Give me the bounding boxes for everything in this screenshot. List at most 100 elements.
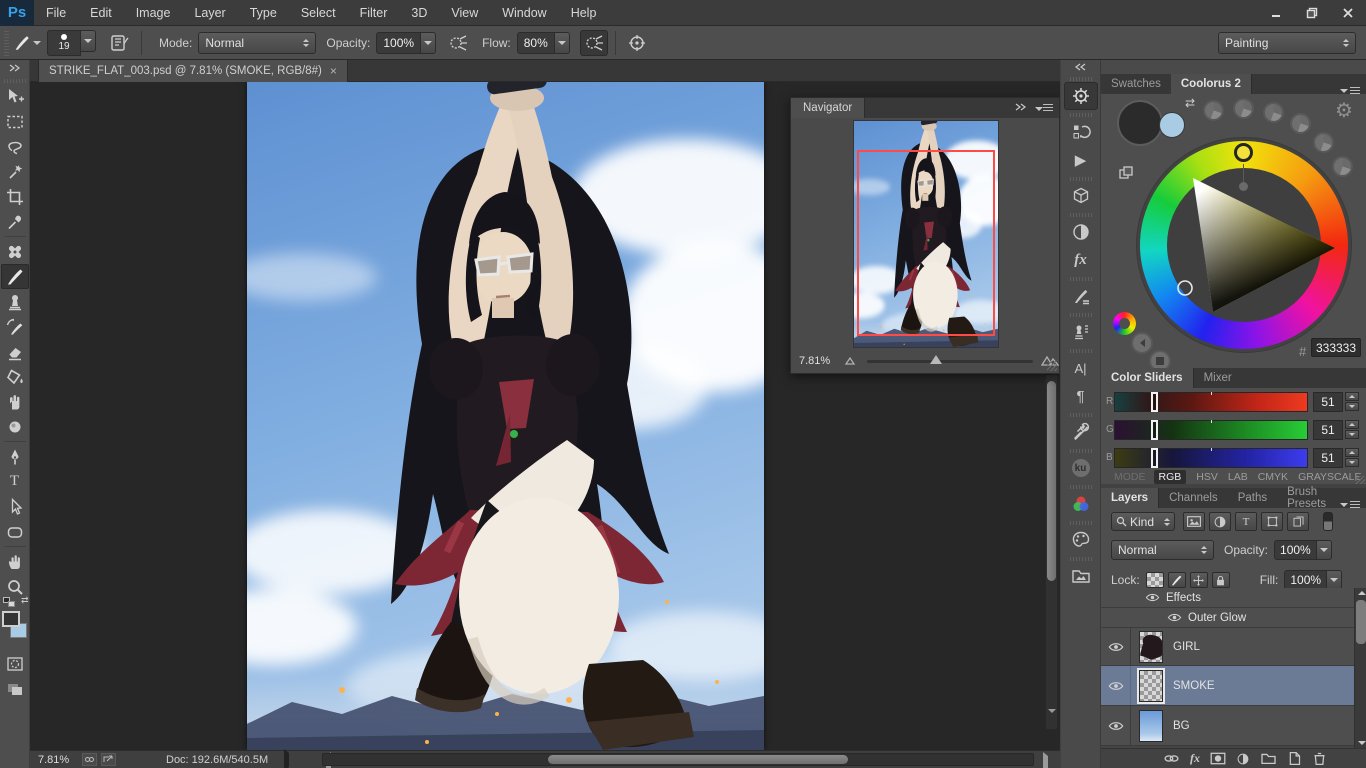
mode-lab[interactable]: LAB (1228, 471, 1248, 483)
tab-channels[interactable]: Channels (1159, 488, 1228, 508)
layer-row-girl[interactable]: GIRL (1101, 628, 1366, 666)
effects-visibility-eye-icon[interactable] (1145, 593, 1160, 602)
zoom-out-mountain-icon[interactable] (845, 354, 859, 368)
tablet-opacity-button[interactable] (444, 30, 472, 56)
mode-cmyk[interactable]: CMYK (1258, 471, 1288, 483)
blend-mode-dropdown[interactable]: Normal (198, 32, 316, 54)
blue-value-field[interactable]: 51 (1313, 448, 1343, 468)
harmony-preset-4[interactable] (1290, 113, 1311, 134)
navigator-thumbnail[interactable] (853, 120, 999, 348)
dodge-tool[interactable] (1, 414, 29, 439)
marquee-tool[interactable] (1, 109, 29, 134)
quick-selection-tool[interactable] (1, 159, 29, 184)
navigator-zoom-field[interactable]: 7.81% (799, 355, 845, 367)
menu-select[interactable]: Select (289, 0, 348, 26)
libraries-panel-icon[interactable] (1064, 562, 1098, 590)
crop-tool[interactable] (1, 184, 29, 209)
filter-smart-objects-icon[interactable] (1287, 512, 1309, 531)
girl-layer-thumbnail[interactable] (1139, 631, 1163, 663)
layer-fill-dropdown[interactable]: 100% (1284, 570, 1342, 590)
3d-panel-icon[interactable] (1064, 182, 1098, 210)
menu-view[interactable]: View (439, 0, 490, 26)
coolorus-background-swatch[interactable] (1159, 112, 1185, 138)
navigator-menu-icon[interactable] (1035, 103, 1053, 114)
coolorus-copy-icon[interactable] (1119, 166, 1133, 183)
tool-presets-panel-icon[interactable] (1064, 282, 1098, 310)
outer-glow-row[interactable]: Outer Glow (1101, 608, 1366, 628)
tab-coolorus[interactable]: Coolorus 2 (1171, 74, 1252, 94)
tab-paths[interactable]: Paths (1228, 488, 1277, 508)
history-panel-icon[interactable] (1064, 118, 1098, 146)
red-slider[interactable] (1114, 392, 1308, 412)
blue-spin-down[interactable] (1345, 458, 1359, 467)
path-selection-tool[interactable] (1, 494, 29, 519)
layer-row-bg[interactable]: BG (1101, 706, 1366, 746)
brush-tool-icon[interactable] (13, 30, 41, 56)
navigator-collapse-icon[interactable] (1015, 103, 1027, 114)
eraser-tool[interactable] (1, 339, 29, 364)
tab-layers[interactable]: Layers (1101, 488, 1159, 508)
blue-spin-up[interactable] (1345, 448, 1359, 457)
layer-filter-toggle[interactable] (1323, 512, 1333, 531)
foreground-color-swatch[interactable] (2, 611, 20, 627)
menu-image[interactable]: Image (124, 0, 183, 26)
horizontal-scrollbar-thumb[interactable] (548, 755, 848, 764)
green-slider[interactable] (1114, 420, 1308, 440)
horizontal-scroll-right-arrow[interactable] (1043, 756, 1048, 768)
layer-fill-arrow[interactable] (1327, 570, 1342, 590)
paragraph-panel-icon[interactable]: ¶ (1064, 382, 1098, 410)
menu-edit[interactable]: Edit (78, 0, 124, 26)
brush-settings-panel-icon[interactable] (1064, 82, 1098, 110)
girl-visibility-eye-icon[interactable] (1101, 628, 1131, 665)
new-group-icon[interactable] (1260, 752, 1277, 765)
horizontal-scrollbar[interactable] (322, 753, 1034, 766)
tab-mixer[interactable]: Mixer (1194, 368, 1242, 388)
type-tool[interactable]: T (1, 469, 29, 494)
hex-value-field[interactable]: 333333 (1311, 338, 1361, 357)
green-value-field[interactable]: 51 (1313, 420, 1343, 440)
layer-filter-kind-dropdown[interactable]: Kind (1111, 512, 1175, 531)
document-close-icon[interactable]: × (330, 64, 337, 78)
menu-help[interactable]: Help (559, 0, 609, 26)
canvas-image[interactable] (247, 82, 764, 750)
coolorus-swap-icon[interactable]: ⇄ (1185, 96, 1195, 110)
airbrush-toggle-button[interactable] (580, 30, 608, 56)
navigator-zoom-slider[interactable] (867, 360, 1033, 363)
vertical-scroll-down-arrow[interactable] (1048, 713, 1056, 727)
red-spin-up[interactable] (1345, 392, 1359, 401)
vertical-scrollbar-thumb[interactable] (1047, 381, 1056, 581)
bg-visibility-eye-icon[interactable] (1101, 706, 1131, 745)
layer-blend-mode-dropdown[interactable]: Normal (1111, 540, 1214, 560)
actions-panel-icon[interactable]: ▶ (1064, 146, 1098, 174)
document-tab[interactable]: STRIKE_FLAT_003.psd @ 7.81% (SMOKE, RGB/… (38, 60, 348, 82)
measurement-tools-panel-icon[interactable] (1064, 418, 1098, 446)
lock-position-icon[interactable] (1190, 572, 1208, 588)
delete-layer-icon[interactable] (1312, 751, 1327, 766)
red-value-field[interactable]: 51 (1313, 392, 1343, 412)
link-layers-icon[interactable] (1163, 754, 1180, 763)
gradient-bucket-tool[interactable] (1, 364, 29, 389)
smoke-visibility-eye-icon[interactable] (1101, 666, 1131, 705)
hue-marker[interactable] (1234, 143, 1253, 162)
coolorus-foreground-swatch[interactable] (1117, 100, 1163, 146)
tools-grip[interactable] (4, 79, 26, 83)
harmony-preset-3[interactable] (1263, 102, 1284, 123)
navigator-zoom-slider-thumb[interactable] (930, 355, 942, 364)
navigator-resize-grip[interactable] (1047, 361, 1057, 371)
filter-adjustment-layers-icon[interactable] (1209, 512, 1231, 531)
filter-type-layers-icon[interactable]: T (1235, 512, 1257, 531)
shape-tool[interactable] (1, 519, 29, 544)
blue-slider-handle[interactable] (1151, 448, 1158, 468)
swatches-palette-panel-icon[interactable] (1064, 526, 1098, 554)
smudge-tool[interactable] (1, 389, 29, 414)
mini-color-wheel-icon[interactable] (1113, 312, 1136, 335)
menu-layer[interactable]: Layer (182, 0, 237, 26)
blue-slider[interactable] (1114, 448, 1308, 468)
brush-preset-dropdown-arrow[interactable] (81, 30, 96, 52)
lasso-tool[interactable] (1, 134, 29, 159)
tab-swatches[interactable]: Swatches (1101, 74, 1171, 94)
lock-all-icon[interactable] (1212, 572, 1230, 588)
quick-mask-button[interactable] (1, 651, 29, 676)
screen-mode-button[interactable] (1, 676, 29, 701)
canvas-viewport[interactable]: Navigator 7.81% (30, 82, 1060, 750)
